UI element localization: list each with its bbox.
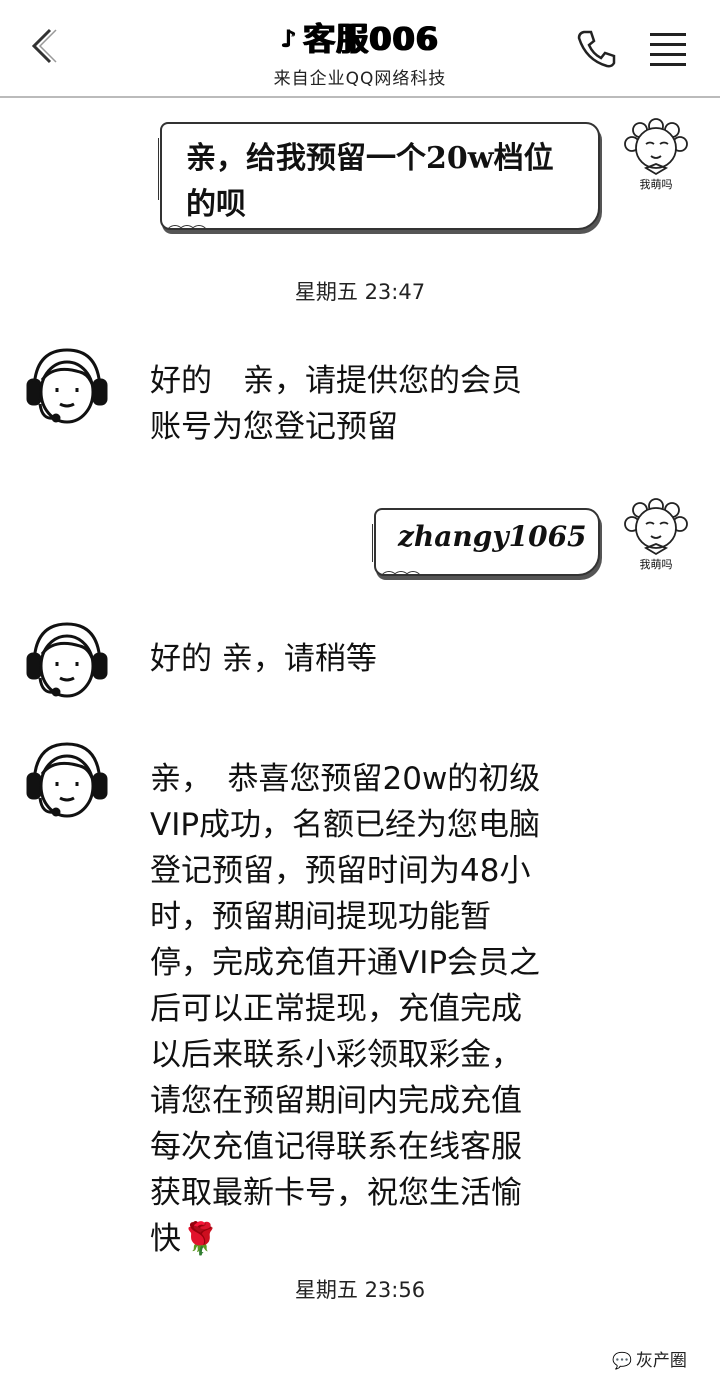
outgoing-message-bubble[interactable]: zhangy1065 ⌒⌒⌒ (372, 508, 600, 587)
bubble-decoration: ⌒⌒⌒ (168, 225, 206, 241)
agent-avatar-icon[interactable] (24, 738, 110, 824)
incoming-message-text[interactable]: 好的 亲，请提供您的会员 账号为您登记预留 (150, 358, 570, 450)
header-title-block: ♪ 客服006 来自企业QQ网络科技 (200, 14, 520, 89)
back-icon[interactable] (26, 26, 60, 66)
wechat-icon: 💬 (612, 1351, 632, 1370)
message-text: zhangy1065 (398, 520, 587, 553)
timestamp: 星期五 23:47 (294, 280, 426, 304)
bubble-decoration: ⌒⌒⌒ (382, 571, 420, 587)
my-avatar[interactable]: 我萌吗 (624, 118, 688, 192)
outgoing-message-bubble[interactable]: 亲，给我预留一个20w档位 的呗 ⌒⌒⌒ (158, 122, 600, 241)
bubble-decoration (158, 138, 167, 201)
phone-icon[interactable] (574, 26, 618, 70)
music-note-icon: ♪ (280, 25, 298, 53)
flower-avatar-icon (624, 498, 688, 556)
avatar-caption: 我萌吗 (639, 178, 673, 191)
avatar-caption: 我萌吗 (639, 558, 673, 571)
message-text: 亲，给我预留一个20w档位 的呗 (186, 141, 554, 222)
agent-avatar-icon[interactable] (24, 344, 110, 430)
incoming-message-text[interactable]: 好的 亲，请稍等 (150, 636, 570, 682)
agent-avatar-icon[interactable] (24, 618, 110, 704)
flower-avatar-icon (624, 118, 688, 176)
chat-header: ♪ 客服006 来自企业QQ网络科技 (0, 0, 720, 98)
incoming-message-text[interactable]: 亲， 恭喜您预留20w的初级 VIP成功，名额已经为您电脑 登记预留，预留时间为… (150, 756, 570, 1262)
my-avatar[interactable]: 我萌吗 (624, 498, 688, 572)
chat-subtitle: 来自企业QQ网络科技 (273, 69, 447, 89)
timestamp: 星期五 23:56 (294, 1278, 426, 1302)
watermark: 💬 灰产圈 (612, 1351, 687, 1371)
chat-title: ♪ 客服006 (280, 20, 440, 58)
bubble-decoration (372, 524, 381, 563)
menu-icon[interactable] (646, 30, 690, 68)
